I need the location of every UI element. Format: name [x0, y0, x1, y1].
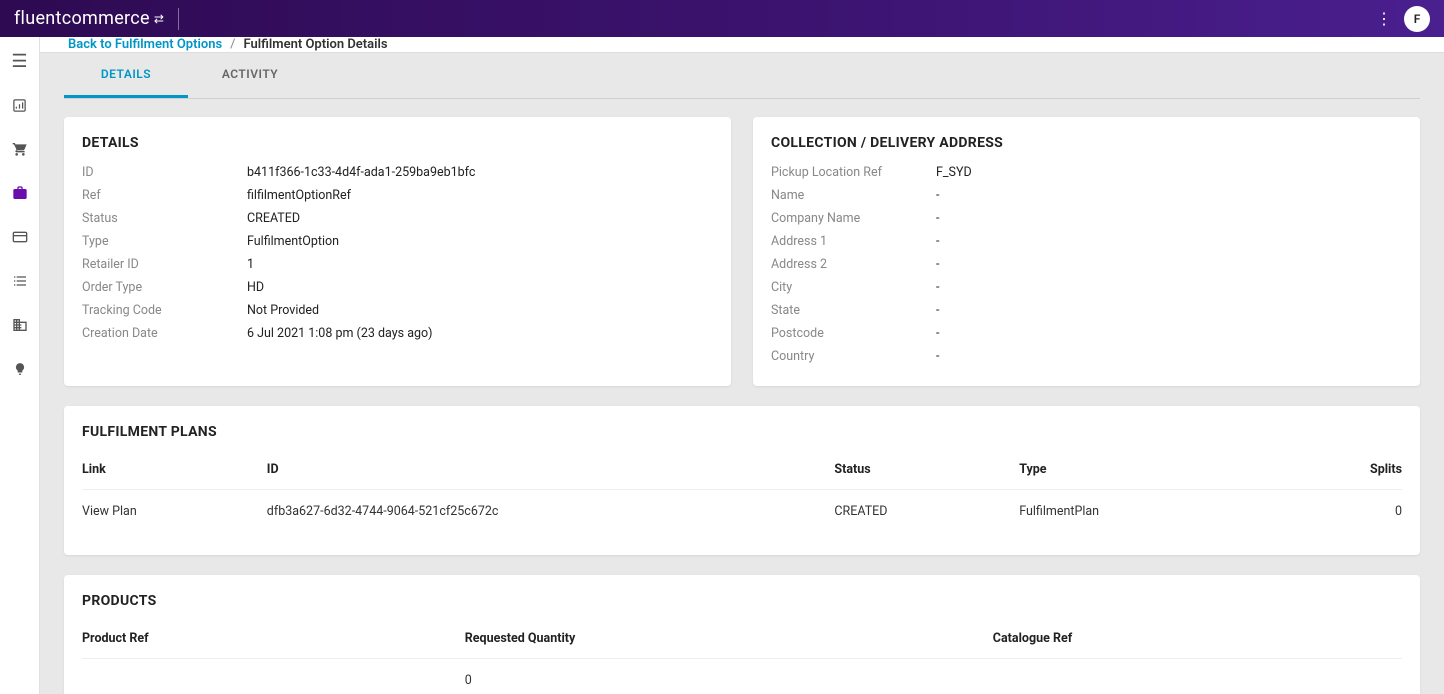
- address-row-label: Pickup Location Ref: [771, 165, 936, 180]
- details-row-label: Tracking Code: [82, 303, 247, 318]
- view-plan-link[interactable]: View Plan: [82, 490, 267, 534]
- plans-col-splits: Splits: [1270, 454, 1402, 490]
- plan-splits-cell: 0: [1270, 490, 1402, 534]
- address-row-value: F_SYD: [936, 165, 1402, 180]
- brand: fluentcommerce ⇄: [14, 8, 179, 30]
- address-row-label: Company Name: [771, 211, 936, 226]
- plans-table: Link ID Status Type Splits View Plandfb3…: [82, 454, 1402, 533]
- address-row-value: -: [936, 326, 1402, 341]
- plan-type-cell: FulfilmentPlan: [1019, 490, 1270, 534]
- top-header: fluentcommerce ⇄ ⋮ F: [0, 0, 1444, 37]
- table-row: 0: [82, 659, 1402, 694]
- plans-col-status: Status: [834, 454, 1019, 490]
- address-row-value: -: [936, 188, 1402, 203]
- details-row-label: Ref: [82, 188, 247, 203]
- table-row: View Plandfb3a627-6d32-4744-9064-521cf25…: [82, 490, 1402, 534]
- lightbulb-icon[interactable]: [8, 357, 32, 381]
- tab-details[interactable]: DETAILS: [64, 53, 188, 98]
- address-row-value: -: [936, 303, 1402, 318]
- address-card-title: COLLECTION / DELIVERY ADDRESS: [771, 135, 1402, 151]
- address-row-label: Address 2: [771, 257, 936, 272]
- details-row-label: Type: [82, 234, 247, 249]
- building-icon[interactable]: [8, 313, 32, 337]
- address-row-label: State: [771, 303, 936, 318]
- plans-col-id: ID: [267, 454, 835, 490]
- avatar[interactable]: F: [1404, 6, 1430, 32]
- address-card: COLLECTION / DELIVERY ADDRESS Pickup Loc…: [753, 117, 1420, 386]
- content-area: DETAILS ACTIVITY DETAILS IDb411f366-1c33…: [40, 53, 1444, 694]
- plan-id-cell: dfb3a627-6d32-4744-9064-521cf25c672c: [267, 490, 835, 534]
- plans-card-title: FULFILMENT PLANS: [82, 424, 1402, 440]
- products-card-title: PRODUCTS: [82, 593, 1402, 609]
- side-rail: ☰: [0, 37, 40, 694]
- details-row-value: 6 Jul 2021 1:08 pm (23 days ago): [247, 326, 713, 341]
- address-row-value: -: [936, 234, 1402, 249]
- address-row-value: -: [936, 257, 1402, 272]
- products-col-ref: Product Ref: [82, 623, 465, 659]
- details-row-label: Order Type: [82, 280, 247, 295]
- plans-col-type: Type: [1019, 454, 1270, 490]
- product-cat-cell: [993, 659, 1402, 694]
- plans-col-link: Link: [82, 454, 267, 490]
- hamburger-icon[interactable]: ☰: [8, 49, 32, 73]
- details-row-value: 1: [247, 257, 713, 272]
- details-row-label: ID: [82, 165, 247, 180]
- details-card: DETAILS IDb411f366-1c33-4d4f-ada1-259ba9…: [64, 117, 731, 386]
- cart-icon[interactable]: [8, 137, 32, 161]
- header-right: ⋮ F: [1376, 6, 1430, 32]
- breadcrumb-back-link[interactable]: Back to Fulfilment Options: [68, 37, 222, 52]
- details-row-value: CREATED: [247, 211, 713, 226]
- avatar-initial: F: [1414, 12, 1421, 26]
- products-col-qty: Requested Quantity: [465, 623, 993, 659]
- dashboard-icon[interactable]: [8, 93, 32, 117]
- address-row-label: Name: [771, 188, 936, 203]
- card-icon[interactable]: [8, 225, 32, 249]
- tab-activity[interactable]: ACTIVITY: [188, 53, 312, 98]
- kebab-menu-icon[interactable]: ⋮: [1376, 9, 1392, 28]
- list-icon[interactable]: [8, 269, 32, 293]
- details-card-title: DETAILS: [82, 135, 713, 151]
- main: Back to Fulfilment Options / Fulfilment …: [40, 37, 1444, 694]
- product-ref-cell: [82, 659, 465, 694]
- product-qty-cell: 0: [465, 659, 993, 694]
- products-col-cat: Catalogue Ref: [993, 623, 1402, 659]
- plan-status-cell: CREATED: [834, 490, 1019, 534]
- tabs: DETAILS ACTIVITY: [64, 53, 1420, 99]
- briefcase-icon[interactable]: [8, 181, 32, 205]
- details-row-label: Retailer ID: [82, 257, 247, 272]
- address-row-label: Postcode: [771, 326, 936, 341]
- details-row-value: HD: [247, 280, 713, 295]
- address-row-value: -: [936, 280, 1402, 295]
- details-row-value: b411f366-1c33-4d4f-ada1-259ba9eb1bfc: [247, 165, 713, 180]
- brand-divider: [178, 8, 179, 30]
- products-card: PRODUCTS Product Ref Requested Quantity …: [64, 575, 1420, 694]
- plans-card: FULFILMENT PLANS Link ID Status Type Spl…: [64, 406, 1420, 555]
- address-row-value: -: [936, 211, 1402, 226]
- details-row-label: Creation Date: [82, 326, 247, 341]
- brand-logo-icon: ⇄: [154, 12, 162, 26]
- details-row-label: Status: [82, 211, 247, 226]
- details-row-value: FulfilmentOption: [247, 234, 713, 249]
- address-row-label: Address 1: [771, 234, 936, 249]
- address-row-label: City: [771, 280, 936, 295]
- brand-text: fluentcommerce: [14, 8, 150, 29]
- details-row-value: filfilmentOptionRef: [247, 188, 713, 203]
- breadcrumb-current: Fulfilment Option Details: [244, 37, 388, 52]
- address-row-value: -: [936, 349, 1402, 364]
- breadcrumb: Back to Fulfilment Options / Fulfilment …: [40, 37, 1444, 53]
- products-table: Product Ref Requested Quantity Catalogue…: [82, 623, 1402, 694]
- details-row-value: Not Provided: [247, 303, 713, 318]
- breadcrumb-separator: /: [230, 37, 235, 52]
- address-row-label: Country: [771, 349, 936, 364]
